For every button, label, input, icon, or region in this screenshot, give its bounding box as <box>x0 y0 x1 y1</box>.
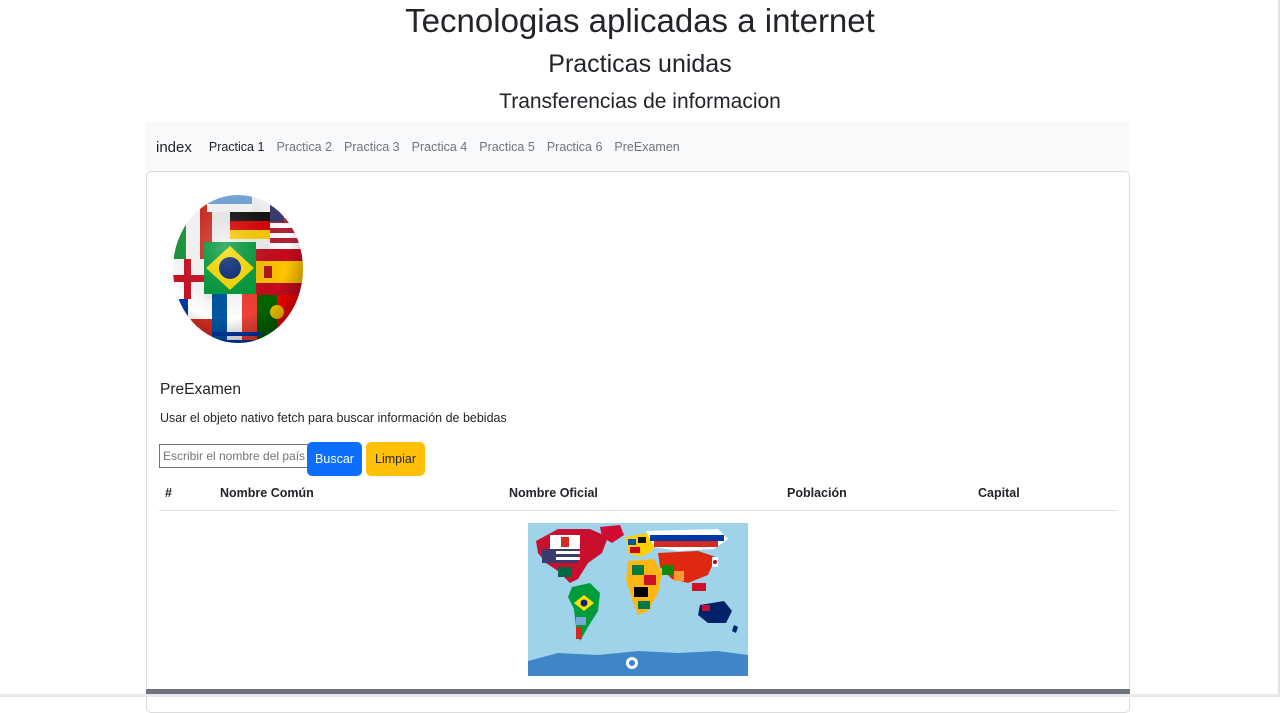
nav-link-practica-3[interactable]: Practica 3 <box>344 140 400 154</box>
section-description: Usar el objeto nativo fetch para buscar … <box>160 411 507 425</box>
nav-link-practica-5[interactable]: Practica 5 <box>479 140 535 154</box>
search-button[interactable]: Buscar <box>307 442 362 476</box>
clear-button[interactable]: Limpiar <box>366 442 425 476</box>
nav-link-practica-1[interactable]: Practica 1 <box>209 140 265 154</box>
table-header-official-name: Nombre Oficial <box>509 486 598 500</box>
nav-link-practica-2[interactable]: Practica 2 <box>276 140 332 154</box>
table-header-common-name: Nombre Común <box>220 486 314 500</box>
page-subtitle: Practicas unidas <box>548 50 732 78</box>
table-header-population: Población <box>787 486 847 500</box>
table-header-divider <box>159 510 1117 511</box>
table-header-index: # <box>165 486 172 500</box>
nav-link-preexamen[interactable]: PreExamen <box>614 140 679 154</box>
navbar-brand[interactable]: index <box>156 139 192 156</box>
nav-link-practica-4[interactable]: Practica 4 <box>412 140 468 154</box>
country-search-input[interactable] <box>159 444 309 468</box>
table-header-capital: Capital <box>978 486 1020 500</box>
page-section-title: Transferencias de informacion <box>499 90 781 113</box>
soccer-ball-flags-image <box>173 195 303 343</box>
nav-link-practica-6[interactable]: Practica 6 <box>547 140 603 154</box>
navbar: index Practica 1 Practica 2 Practica 3 P… <box>146 122 1130 172</box>
world-map-flags-image <box>528 523 748 676</box>
section-title-preexamen: PreExamen <box>160 381 241 398</box>
page-title: Tecnologias aplicadas a internet <box>405 2 875 39</box>
